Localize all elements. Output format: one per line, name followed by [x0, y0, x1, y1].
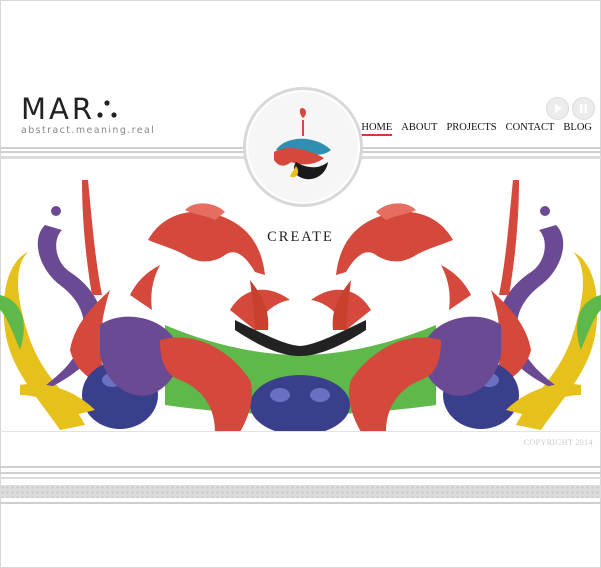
logo-dots-icon: [97, 100, 117, 118]
pause-button[interactable]: [572, 97, 595, 120]
main-nav: HOME ABOUT PROJECTS CONTACT BLOG: [361, 122, 592, 136]
footer-line: [0, 472, 601, 474]
emblem-art-icon: [274, 108, 331, 180]
center-emblem[interactable]: [243, 87, 363, 207]
nav-projects[interactable]: PROJECTS: [446, 122, 496, 136]
hero-title: CREATE: [267, 229, 334, 245]
hero-artwork: [0, 180, 601, 432]
nav-blog[interactable]: BLOG: [563, 122, 592, 136]
footer-line: [0, 466, 601, 468]
pause-icon: [580, 104, 587, 113]
logo-mark: MAR: [21, 92, 96, 126]
nav-about[interactable]: ABOUT: [401, 122, 437, 136]
footer-pattern: [0, 485, 601, 498]
play-icon: [555, 104, 562, 113]
nav-home[interactable]: HOME: [361, 122, 393, 136]
copyright-text: COPYRIGHT 2014: [523, 438, 593, 447]
site-logo[interactable]: MAR abstract.meaning.real: [21, 94, 155, 136]
footer-line: [0, 477, 601, 479]
footer-line: [0, 431, 601, 432]
footer-line: [0, 502, 601, 504]
play-button[interactable]: [546, 97, 569, 120]
nav-contact[interactable]: CONTACT: [506, 122, 555, 136]
logo-tagline: abstract.meaning.real: [21, 125, 156, 136]
